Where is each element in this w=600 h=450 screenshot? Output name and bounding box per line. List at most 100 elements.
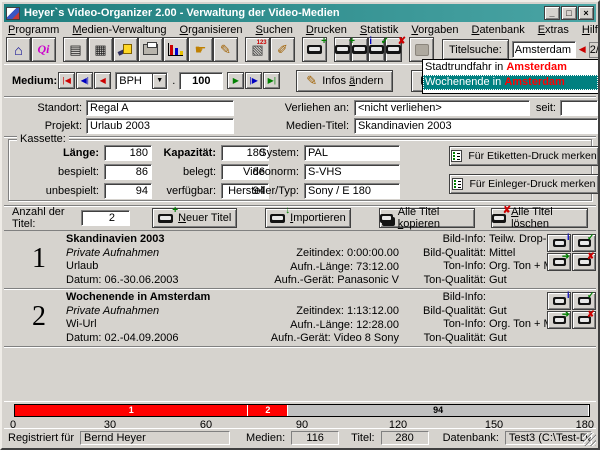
title-number: 2 <box>32 301 46 333</box>
title-aufn-laenge: Aufn.-Länge: 12:28.00 <box>229 319 399 333</box>
cassette-info-icon: i <box>553 239 566 247</box>
laenge-label: Länge: <box>15 147 99 159</box>
title-aufn-laenge: Aufn.-Länge: 73:12.00 <box>229 261 399 275</box>
prev-result-icon[interactable]: ◀ <box>579 44 586 55</box>
videonorm-label: Videonorm: <box>214 166 299 178</box>
search-result-item[interactable]: Stadtrundfahr in Amsterdam <box>423 60 598 75</box>
titelsuche-button[interactable]: Titelsuche: <box>442 39 509 60</box>
projekt-field[interactable]: Urlaub 2003 <box>86 118 234 134</box>
title-ton-qualitaet: Ton-Qualität:Gut <box>402 332 553 346</box>
exit-icon[interactable]: ⌂ <box>6 37 31 62</box>
minimize-button[interactable]: _ <box>544 6 560 20</box>
cassette-delete-icon: ✘ <box>386 45 401 54</box>
chevron-down-icon[interactable]: ▼ <box>152 73 167 89</box>
add-medium-icon[interactable]: + <box>302 37 327 62</box>
registriert-label: Registriert für <box>8 432 74 444</box>
medium-code-combo[interactable]: BPH ▼ <box>115 72 168 90</box>
prev-marked-medium-button[interactable]: ◀| <box>76 72 93 89</box>
kassette-legend: Kassette: <box>17 133 69 145</box>
neuer-titel-button[interactable]: + Neuer Titel <box>152 208 237 228</box>
title-subcategory: Urlaub <box>66 260 179 274</box>
seit-field[interactable] <box>560 100 598 116</box>
quickinfo-icon[interactable]: Qi <box>31 37 56 62</box>
title-bild-qualitaet: Bild-Qualität:Gut <box>402 305 553 319</box>
etiketten-editor-icon[interactable]: ▧123 <box>245 37 270 62</box>
medien-titel-field[interactable]: Skandinavien 2003 <box>354 118 598 134</box>
titel-label: Titel: <box>351 432 374 444</box>
title-bar: Heyer`s Video-Organizer 2.00 - Verwaltun… <box>4 4 596 22</box>
unbespielt-label: unbespielt: <box>15 185 99 197</box>
anzahl-titel-field: 2 <box>81 210 130 226</box>
media-overview-icon[interactable]: ▤ <box>63 37 88 62</box>
cassette-plus-icon: + <box>158 214 173 223</box>
usage-segment: 2 <box>248 405 288 416</box>
medien-titel-label: Medien-Titel: <box>274 120 349 132</box>
einleger-druck-button[interactable]: Für Einleger-Druck merken <box>449 174 599 194</box>
search-result-item-selected[interactable]: Wochenende in Amsterdam <box>423 75 598 90</box>
organize-cards-icon[interactable]: ▦ <box>88 37 113 62</box>
title-row[interactable]: 2 Wochenende in Amsterdam Private Aufnah… <box>4 289 596 347</box>
title-info-button[interactable]: i <box>547 292 571 310</box>
cassette-delete-icon: ✘ <box>578 258 591 266</box>
title-edit-button[interactable]: ✓ <box>572 234 596 252</box>
title-delete-button[interactable]: ✘ <box>572 311 596 329</box>
title-aufn-geraet: Aufn.-Gerät: Video 8 Sony <box>229 332 399 346</box>
pencil-list-icon: ✎ <box>220 42 231 58</box>
add-title-icon[interactable]: + <box>334 37 351 62</box>
standort-field[interactable]: Regal A <box>86 100 234 116</box>
maximize-button[interactable]: □ <box>561 6 577 20</box>
next-medium-button[interactable]: ▶ <box>227 72 244 89</box>
importieren-button[interactable]: ↓ Importieren <box>265 208 350 228</box>
anzahl-titel-label: Anzahl der Titel: <box>12 206 76 230</box>
last-medium-button[interactable]: ▶| <box>263 72 280 89</box>
cassette-info-icon: i <box>352 45 367 54</box>
close-button[interactable]: × <box>578 6 594 20</box>
title-bild-info: Bild-Info: <box>402 291 553 305</box>
cassette-check-icon: ✓ <box>578 297 591 305</box>
title-bild-info: Bild-Info:Teilw. Drop- <box>402 233 553 247</box>
title-number: 1 <box>32 243 46 275</box>
einleger-editor-icon[interactable]: ✐ <box>270 37 295 62</box>
title-info-button[interactable]: i <box>547 234 571 252</box>
medien-label: Medien: <box>246 432 285 444</box>
usage-segment: 1 <box>15 405 248 416</box>
etiketten-druck-button[interactable]: Für Etiketten-Druck merken <box>449 146 599 166</box>
defaults-icon[interactable]: ☛ <box>188 37 213 62</box>
search-icon[interactable] <box>113 37 138 62</box>
title-delete-button[interactable]: ✘ <box>572 253 596 271</box>
print-icon[interactable] <box>138 37 163 62</box>
statistics-icon[interactable] <box>163 37 188 62</box>
alle-titel-loeschen-button[interactable]: ✘ Alle Titel löschen <box>491 208 588 228</box>
system-label: System: <box>214 147 299 159</box>
first-medium-button[interactable]: |◀ <box>58 72 75 89</box>
bar-chart-icon <box>168 43 183 56</box>
alle-titel-kopieren-button[interactable]: Alle Titel kopieren <box>379 208 476 228</box>
title-copy-button[interactable]: ➔ <box>547 253 571 271</box>
resize-grip[interactable] <box>583 433 596 446</box>
title-ton-qualitaet: Ton-Qualität:Gut <box>402 274 553 288</box>
infos-aendern-button[interactable]: ✎ Infos ändern <box>296 70 393 92</box>
usage-segment: 94 <box>288 405 589 416</box>
title-row[interactable]: 1 Skandinavien 2003 Private Aufnahmen Ur… <box>4 231 596 289</box>
exit-door-icon: ⌂ <box>14 42 22 58</box>
title-bild-qualitaet: Bild-Qualität:Mittel <box>402 247 553 261</box>
hersteller-field[interactable]: Sony / E 180 <box>304 183 400 199</box>
next-marked-medium-button[interactable]: |▶ <box>245 72 262 89</box>
prev-medium-button[interactable]: ◀ <box>94 72 111 89</box>
title-list-icon[interactable]: ✎ <box>213 37 238 62</box>
title-copy-button[interactable]: ➔ <box>547 311 571 329</box>
medium-number-field[interactable]: 100 <box>179 72 223 90</box>
title-name: Wochenende in Amsterdam <box>66 291 210 305</box>
videonorm-field[interactable]: S-VHS <box>304 164 400 180</box>
title-datum: Datum: 06.-30.06.2003 <box>66 274 179 288</box>
app-icon <box>6 7 20 20</box>
title-edit-button[interactable]: ✓ <box>572 292 596 310</box>
brush-icon: ✐ <box>277 42 288 58</box>
qi-icon: Qi <box>38 42 50 57</box>
verliehen-field[interactable]: <nicht verliehen> <box>354 100 530 116</box>
pencil-icon: ✎ <box>306 73 317 89</box>
system-field[interactable]: PAL <box>304 145 400 161</box>
title-datum: Datum: 02.-04.09.2006 <box>66 332 210 346</box>
printer-icon <box>143 44 158 55</box>
title-search-input[interactable] <box>512 41 576 58</box>
